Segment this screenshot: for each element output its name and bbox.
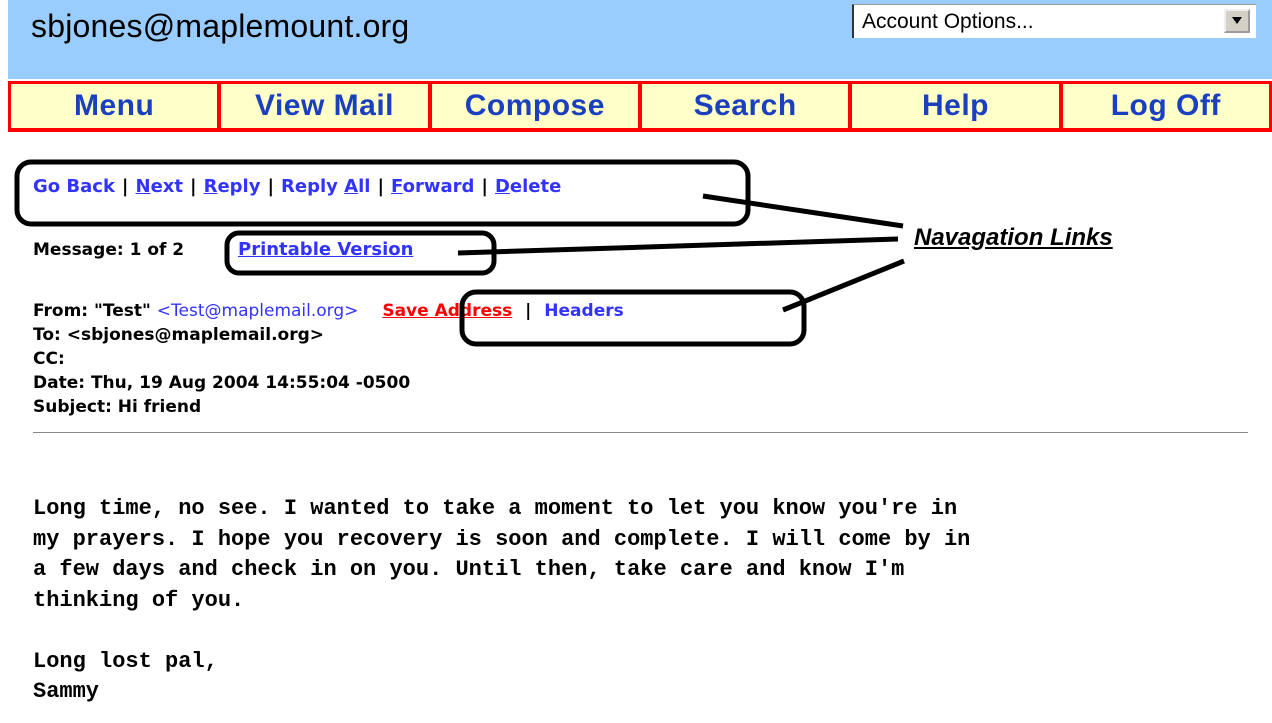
- callout-box-printable: [224, 230, 497, 276]
- callout-line-2: [457, 236, 899, 256]
- callout-box-headers: [459, 289, 807, 347]
- callout-line-3: [782, 258, 905, 313]
- annotation-overlay: [14, 159, 905, 347]
- callout-box-links: [14, 159, 751, 227]
- navigation-links-annotation: Navagation Links: [914, 224, 1113, 251]
